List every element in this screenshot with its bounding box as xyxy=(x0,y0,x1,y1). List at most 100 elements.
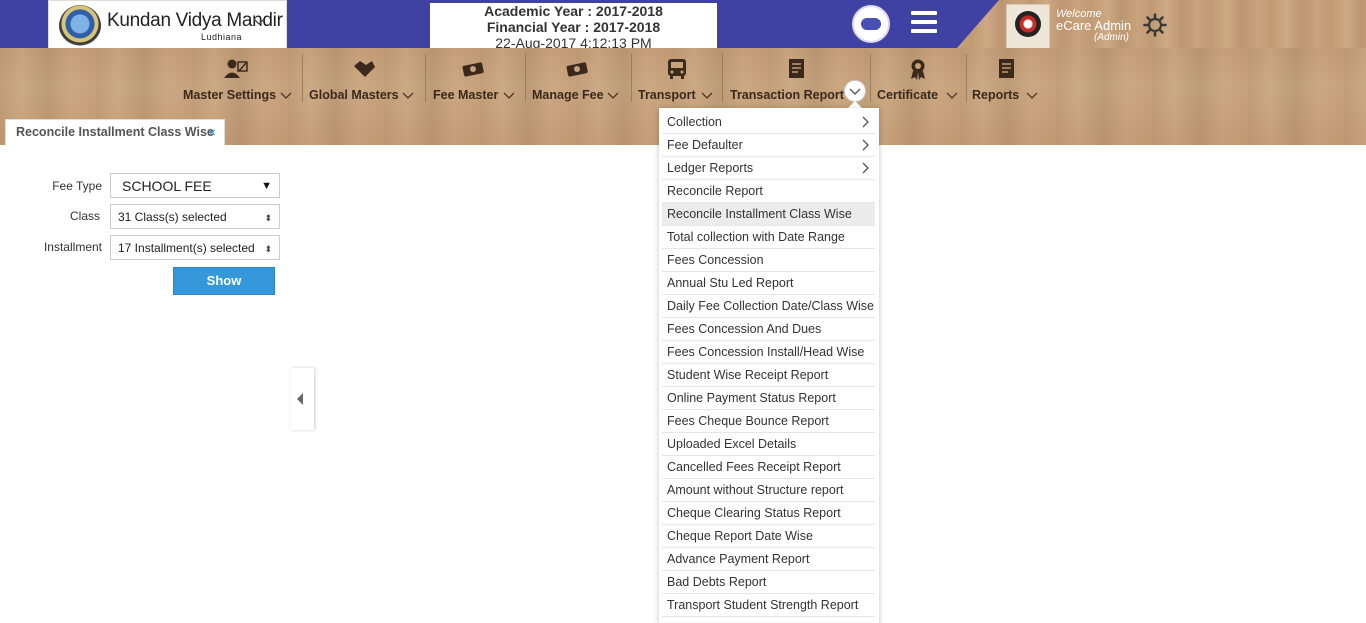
menu-fee-master[interactable]: Fee Master xyxy=(429,56,519,108)
dropdown-item-advance-payment[interactable]: Advance Payment Report xyxy=(662,548,875,571)
chevron-right-icon xyxy=(862,139,869,151)
dropdown-item-cheque-bounce[interactable]: Fees Cheque Bounce Report xyxy=(662,410,875,433)
money-icon xyxy=(566,62,588,77)
chevron-down-icon xyxy=(607,92,619,99)
dropdown-item-label: Total collection with Date Range xyxy=(667,230,845,244)
dropdown-item-label: Collection xyxy=(667,115,722,129)
dropdown-item-fees-concession[interactable]: Fees Concession xyxy=(662,249,875,272)
dropdown-item-label: Daily Fee Collection Date/Class Wise xyxy=(667,299,875,313)
dropdown-item-label: Student Wise Receipt Report xyxy=(667,368,829,382)
dropdown-item-fee-defaulter[interactable]: Fee Defaulter xyxy=(662,134,875,157)
menu-label: Manage Fee xyxy=(532,88,604,102)
updown-arrow-icon: ⬍ xyxy=(264,244,272,254)
dropdown-item-label: Uploaded Excel Details xyxy=(667,437,797,451)
dropdown-item-label: Annual Stu Led Report xyxy=(667,276,794,290)
dropdown-item-annual-stu-led[interactable]: Annual Stu Led Report xyxy=(662,272,875,295)
menu-label: Fee Master xyxy=(433,88,499,102)
dropdown-item-label: Online Payment Status Report xyxy=(667,391,836,405)
chevron-down-icon xyxy=(701,92,713,99)
school-city: Ludhiana xyxy=(201,32,243,42)
dropdown-item-total-collection[interactable]: Total collection with Date Range xyxy=(662,226,875,249)
user-edit-icon xyxy=(224,59,248,78)
menu-reports[interactable]: Reports xyxy=(970,56,1042,108)
collapse-panel-handle[interactable] xyxy=(291,368,314,430)
fee-type-select[interactable]: SCHOOL FEE ▼ xyxy=(110,173,280,198)
user-name: eCare Admin xyxy=(1056,18,1132,33)
dropdown-item-transport-student-strength[interactable]: Transport Student Strength Report xyxy=(662,594,875,617)
avatar[interactable] xyxy=(1006,4,1050,52)
financial-year: Financial Year : 2017-2018 xyxy=(486,19,661,35)
transaction-report-toggle[interactable] xyxy=(844,80,866,102)
dropdown-item-bad-debts[interactable]: Bad Debts Report xyxy=(662,571,875,594)
dropdown-item-reconcile-report[interactable]: Reconcile Report xyxy=(662,180,875,203)
chevron-down-icon xyxy=(280,92,292,99)
dropdown-item-fees-concession-install[interactable]: Fees Concession Install/Head Wise xyxy=(662,341,875,364)
chevron-down-icon xyxy=(849,88,861,95)
transaction-report-dropdown: Collection Fee Defaulter Ledger Reports … xyxy=(659,108,879,623)
class-value: 31 Class(s) selected xyxy=(118,210,227,224)
chevron-down-icon xyxy=(1026,92,1038,99)
updown-arrow-icon: ⬍ xyxy=(264,213,272,223)
academic-year: Academic Year : 2017-2018 xyxy=(484,3,663,19)
show-button[interactable]: Show xyxy=(173,267,275,295)
menu-global-masters[interactable]: Global Masters xyxy=(306,56,418,108)
dropdown-item-label: Reconcile Report xyxy=(667,184,763,198)
menu-divider xyxy=(425,54,426,102)
chevron-down-icon xyxy=(503,92,515,99)
menu-label: Reports xyxy=(972,88,1020,102)
user-role: (Admin) xyxy=(1094,32,1130,43)
school-emblem-icon xyxy=(59,5,101,47)
tab-reconcile-installment-class-wise[interactable]: Reconcile Installment Class Wise × xyxy=(5,119,225,145)
dropdown-item-ledger-reports[interactable]: Ledger Reports xyxy=(662,157,875,180)
dropdown-item-cheque-report-date[interactable]: Cheque Report Date Wise xyxy=(662,525,875,548)
school-switcher[interactable]: Kundan Vidya Mandir Ludhiana xyxy=(48,0,287,53)
hamburger-menu-icon[interactable] xyxy=(911,11,937,33)
caret-left-icon xyxy=(297,393,303,405)
menu-label: Certificate xyxy=(877,88,939,102)
dropdown-item-label: Cheque Clearing Status Report xyxy=(667,506,841,520)
dropdown-item-label: Fee Defaulter xyxy=(667,138,743,152)
page: Kundan Vidya Mandir Ludhiana Academic Ye… xyxy=(0,0,1366,623)
dropdown-item-label: Ledger Reports xyxy=(667,161,754,175)
document-icon xyxy=(789,59,804,78)
dropdown-item-label: Transport Student Strength Report xyxy=(667,598,859,612)
fee-type-value: SCHOOL FEE xyxy=(122,178,212,194)
menu-transport[interactable]: Transport xyxy=(635,56,719,108)
menu-divider xyxy=(966,54,967,102)
installment-multiselect[interactable]: 17 Installment(s) selected ⬍ xyxy=(110,235,280,260)
menu-divider xyxy=(525,54,526,102)
dropdown-item-student-wise-receipt[interactable]: Student Wise Receipt Report xyxy=(662,364,875,387)
dropdown-item-label: Bad Debts Report xyxy=(667,575,767,589)
dropdown-item-label: Advance Payment Report xyxy=(667,552,810,566)
dropdown-item-label: Fees Concession xyxy=(667,253,764,267)
chevron-down-icon xyxy=(946,92,958,99)
dropdown-item-online-payment-status[interactable]: Online Payment Status Report xyxy=(662,387,875,410)
menu-manage-fee[interactable]: Manage Fee xyxy=(529,56,627,108)
dropdown-item-daily-fee-collection[interactable]: Daily Fee Collection Date/Class Wise xyxy=(662,295,875,318)
menu-master-settings[interactable]: Master Settings xyxy=(180,56,298,108)
dropdown-item-collection[interactable]: Collection xyxy=(662,111,875,134)
dropdown-item-reconcile-installment-class-wise[interactable]: Reconcile Installment Class Wise xyxy=(662,203,875,226)
menu-transaction-report[interactable]: Transaction Report xyxy=(726,56,866,108)
fees-module-icon[interactable] xyxy=(852,5,890,43)
dropdown-item-uploaded-excel[interactable]: Uploaded Excel Details xyxy=(662,433,875,456)
installment-label: Installment xyxy=(43,240,102,254)
menu-divider xyxy=(870,54,871,102)
class-multiselect[interactable]: 31 Class(s) selected ⬍ xyxy=(110,204,280,229)
close-icon[interactable]: × xyxy=(208,125,216,139)
handshake-icon xyxy=(354,61,375,77)
dropdown-item-cancelled-receipt[interactable]: Cancelled Fees Receipt Report xyxy=(662,456,875,479)
dropdown-item-label: Amount without Structure report xyxy=(667,483,844,497)
menu-divider xyxy=(302,54,303,102)
tab-label: Reconcile Installment Class Wise xyxy=(16,125,214,139)
dropdown-item-amount-without-structure[interactable]: Amount without Structure report xyxy=(662,479,875,502)
dropdown-item-label: Fees Cheque Bounce Report xyxy=(667,414,829,428)
fee-type-label: Fee Type xyxy=(52,179,102,193)
dropdown-item-fees-concession-dues[interactable]: Fees Concession And Dues xyxy=(662,318,875,341)
dropdown-item-cheque-clearing-status[interactable]: Cheque Clearing Status Report xyxy=(662,502,875,525)
menu-certificate[interactable]: Certificate xyxy=(874,56,962,108)
gear-icon[interactable] xyxy=(1143,13,1167,37)
menu-divider xyxy=(722,54,723,102)
chevron-down-icon xyxy=(253,18,265,25)
bus-icon xyxy=(668,59,686,79)
